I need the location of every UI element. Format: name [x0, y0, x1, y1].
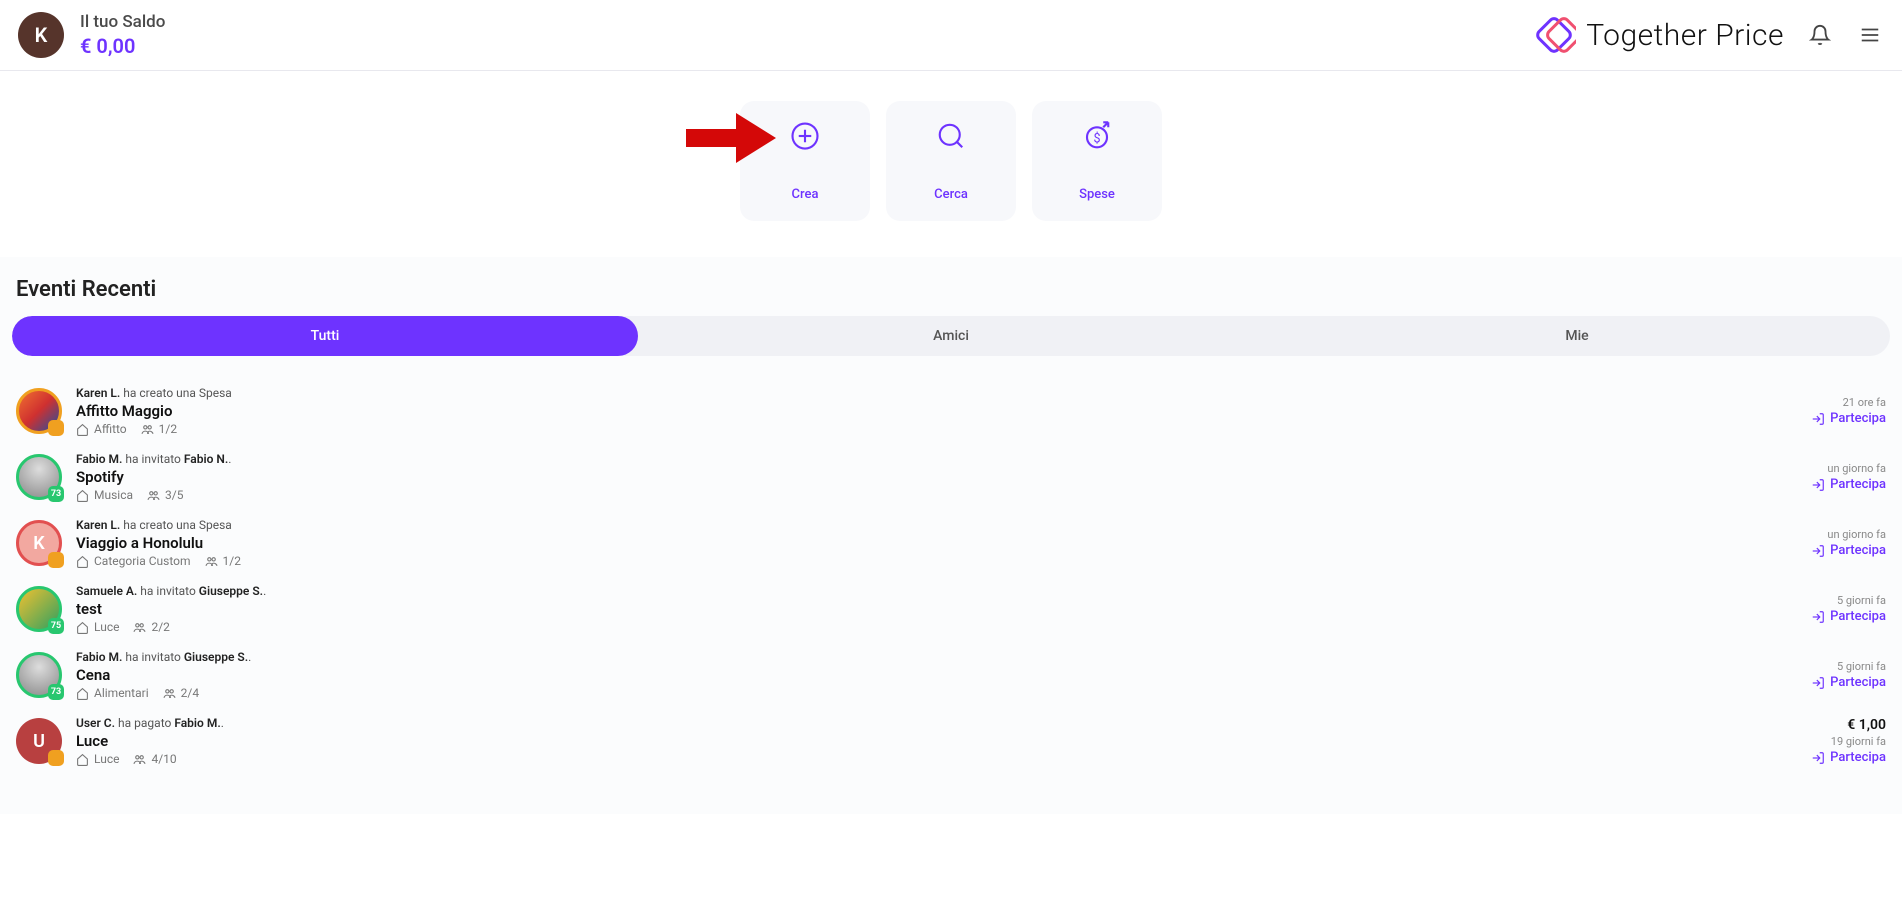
section-title: Eventi Recenti [16, 277, 1890, 302]
plus-circle-icon [790, 121, 820, 155]
tab-mie[interactable]: Mie [1264, 316, 1890, 356]
event-avatar[interactable] [16, 388, 62, 434]
action-label: Cerca [934, 187, 968, 202]
action-spese[interactable]: $ Spese [1032, 101, 1162, 221]
join-icon [1811, 478, 1825, 492]
event-avatar[interactable]: K [16, 520, 62, 566]
event-time: un giorno fa [1827, 462, 1886, 475]
event-title: Viaggio a Honolulu [76, 534, 241, 552]
event-avatar[interactable]: 73 [16, 454, 62, 500]
join-icon [1811, 676, 1825, 690]
score-badge [48, 750, 64, 766]
logo-icon [1532, 13, 1576, 57]
score-badge: 75 [48, 618, 64, 634]
events-list: Karen L. ha creato una Spesa Affitto Mag… [12, 378, 1890, 774]
event-time: 5 giorni fa [1837, 594, 1886, 607]
action-label: Spese [1079, 187, 1115, 202]
category-icon [76, 621, 89, 634]
pointer-arrow-icon [686, 113, 776, 163]
partecipa-button[interactable]: Partecipa [1811, 750, 1886, 765]
events-section: Eventi Recenti Tutti Amici Mie Karen L. … [0, 257, 1902, 814]
partecipa-button[interactable]: Partecipa [1811, 411, 1886, 426]
action-cerca[interactable]: Cerca [886, 101, 1016, 221]
event-meta: Musica 3/5 [76, 488, 231, 502]
svg-text:$: $ [1093, 131, 1100, 146]
event-avatar[interactable]: 73 [16, 652, 62, 698]
event-row: Karen L. ha creato una Spesa Affitto Mag… [12, 378, 1890, 444]
header: K Il tuo Saldo € 0,00 Together Price [0, 0, 1902, 71]
score-badge [48, 420, 64, 436]
category-icon [76, 489, 89, 502]
category-icon [76, 423, 89, 436]
event-title: Cena [76, 666, 251, 684]
event-meta: Categoria Custom 1/2 [76, 554, 241, 568]
saldo-label: Il tuo Saldo [80, 12, 165, 32]
event-avatar[interactable]: U [16, 718, 62, 764]
actions-row: Crea Cerca $ Spese [0, 71, 1902, 257]
people-icon [133, 753, 146, 766]
event-time: 21 ore fa [1843, 396, 1886, 409]
category-icon [76, 555, 89, 568]
join-icon [1811, 412, 1825, 426]
tabs: Tutti Amici Mie [12, 316, 1890, 356]
brand-name: Together Price [1586, 18, 1784, 53]
join-icon [1811, 751, 1825, 765]
event-time: un giorno fa [1827, 528, 1886, 541]
expense-icon: $ [1082, 121, 1112, 155]
event-row: 73 Fabio M. ha invitato Giuseppe S.. Cen… [12, 642, 1890, 708]
event-avatar[interactable]: 75 [16, 586, 62, 632]
saldo-block: Il tuo Saldo € 0,00 [80, 12, 165, 58]
header-left: K Il tuo Saldo € 0,00 [18, 12, 165, 58]
event-meta: Affitto 1/2 [76, 422, 232, 436]
category-icon [76, 753, 89, 766]
event-title: test [76, 600, 266, 618]
event-row: 73 Fabio M. ha invitato Fabio N.. Spotif… [12, 444, 1890, 510]
tab-tutti[interactable]: Tutti [12, 316, 638, 356]
partecipa-button[interactable]: Partecipa [1811, 675, 1886, 690]
event-row: K Karen L. ha creato una Spesa Viaggio a… [12, 510, 1890, 576]
event-action-line: Samuele A. ha invitato Giuseppe S.. [76, 584, 266, 598]
score-badge [48, 552, 64, 568]
join-icon [1811, 544, 1825, 558]
brand-logo[interactable]: Together Price [1532, 13, 1784, 57]
event-action-line: Karen L. ha creato una Spesa [76, 518, 241, 532]
event-action-line: Fabio M. ha invitato Giuseppe S.. [76, 650, 251, 664]
people-icon [141, 423, 154, 436]
event-time: 5 giorni fa [1837, 660, 1886, 673]
people-icon [205, 555, 218, 568]
event-title: Affitto Maggio [76, 402, 232, 420]
partecipa-button[interactable]: Partecipa [1811, 477, 1886, 492]
event-action-line: Fabio M. ha invitato Fabio N.. [76, 452, 231, 466]
event-meta: Alimentari 2/4 [76, 686, 251, 700]
search-icon [936, 121, 966, 155]
people-icon [133, 621, 146, 634]
score-badge: 73 [48, 486, 64, 502]
event-row: 75 Samuele A. ha invitato Giuseppe S.. t… [12, 576, 1890, 642]
partecipa-button[interactable]: Partecipa [1811, 543, 1886, 558]
user-avatar[interactable]: K [18, 12, 64, 58]
menu-button[interactable] [1856, 21, 1884, 49]
event-amount: € 1,00 [1847, 717, 1886, 733]
tab-amici[interactable]: Amici [638, 316, 1264, 356]
join-icon [1811, 610, 1825, 624]
notifications-button[interactable] [1806, 21, 1834, 49]
score-badge: 73 [48, 684, 64, 700]
event-action-line: User C. ha pagato Fabio M.. [76, 716, 224, 730]
event-title: Spotify [76, 468, 231, 486]
saldo-amount: € 0,00 [80, 34, 165, 58]
event-title: Luce [76, 732, 224, 750]
event-meta: Luce 4/10 [76, 752, 224, 766]
bell-icon [1809, 24, 1831, 46]
people-icon [147, 489, 160, 502]
people-icon [163, 687, 176, 700]
event-time: 19 giorni fa [1831, 735, 1886, 748]
menu-icon [1859, 24, 1881, 46]
header-right: Together Price [1532, 13, 1884, 57]
partecipa-button[interactable]: Partecipa [1811, 609, 1886, 624]
event-row: U User C. ha pagato Fabio M.. Luce Luce … [12, 708, 1890, 774]
action-label: Crea [792, 187, 819, 202]
event-action-line: Karen L. ha creato una Spesa [76, 386, 232, 400]
event-meta: Luce 2/2 [76, 620, 266, 634]
category-icon [76, 687, 89, 700]
